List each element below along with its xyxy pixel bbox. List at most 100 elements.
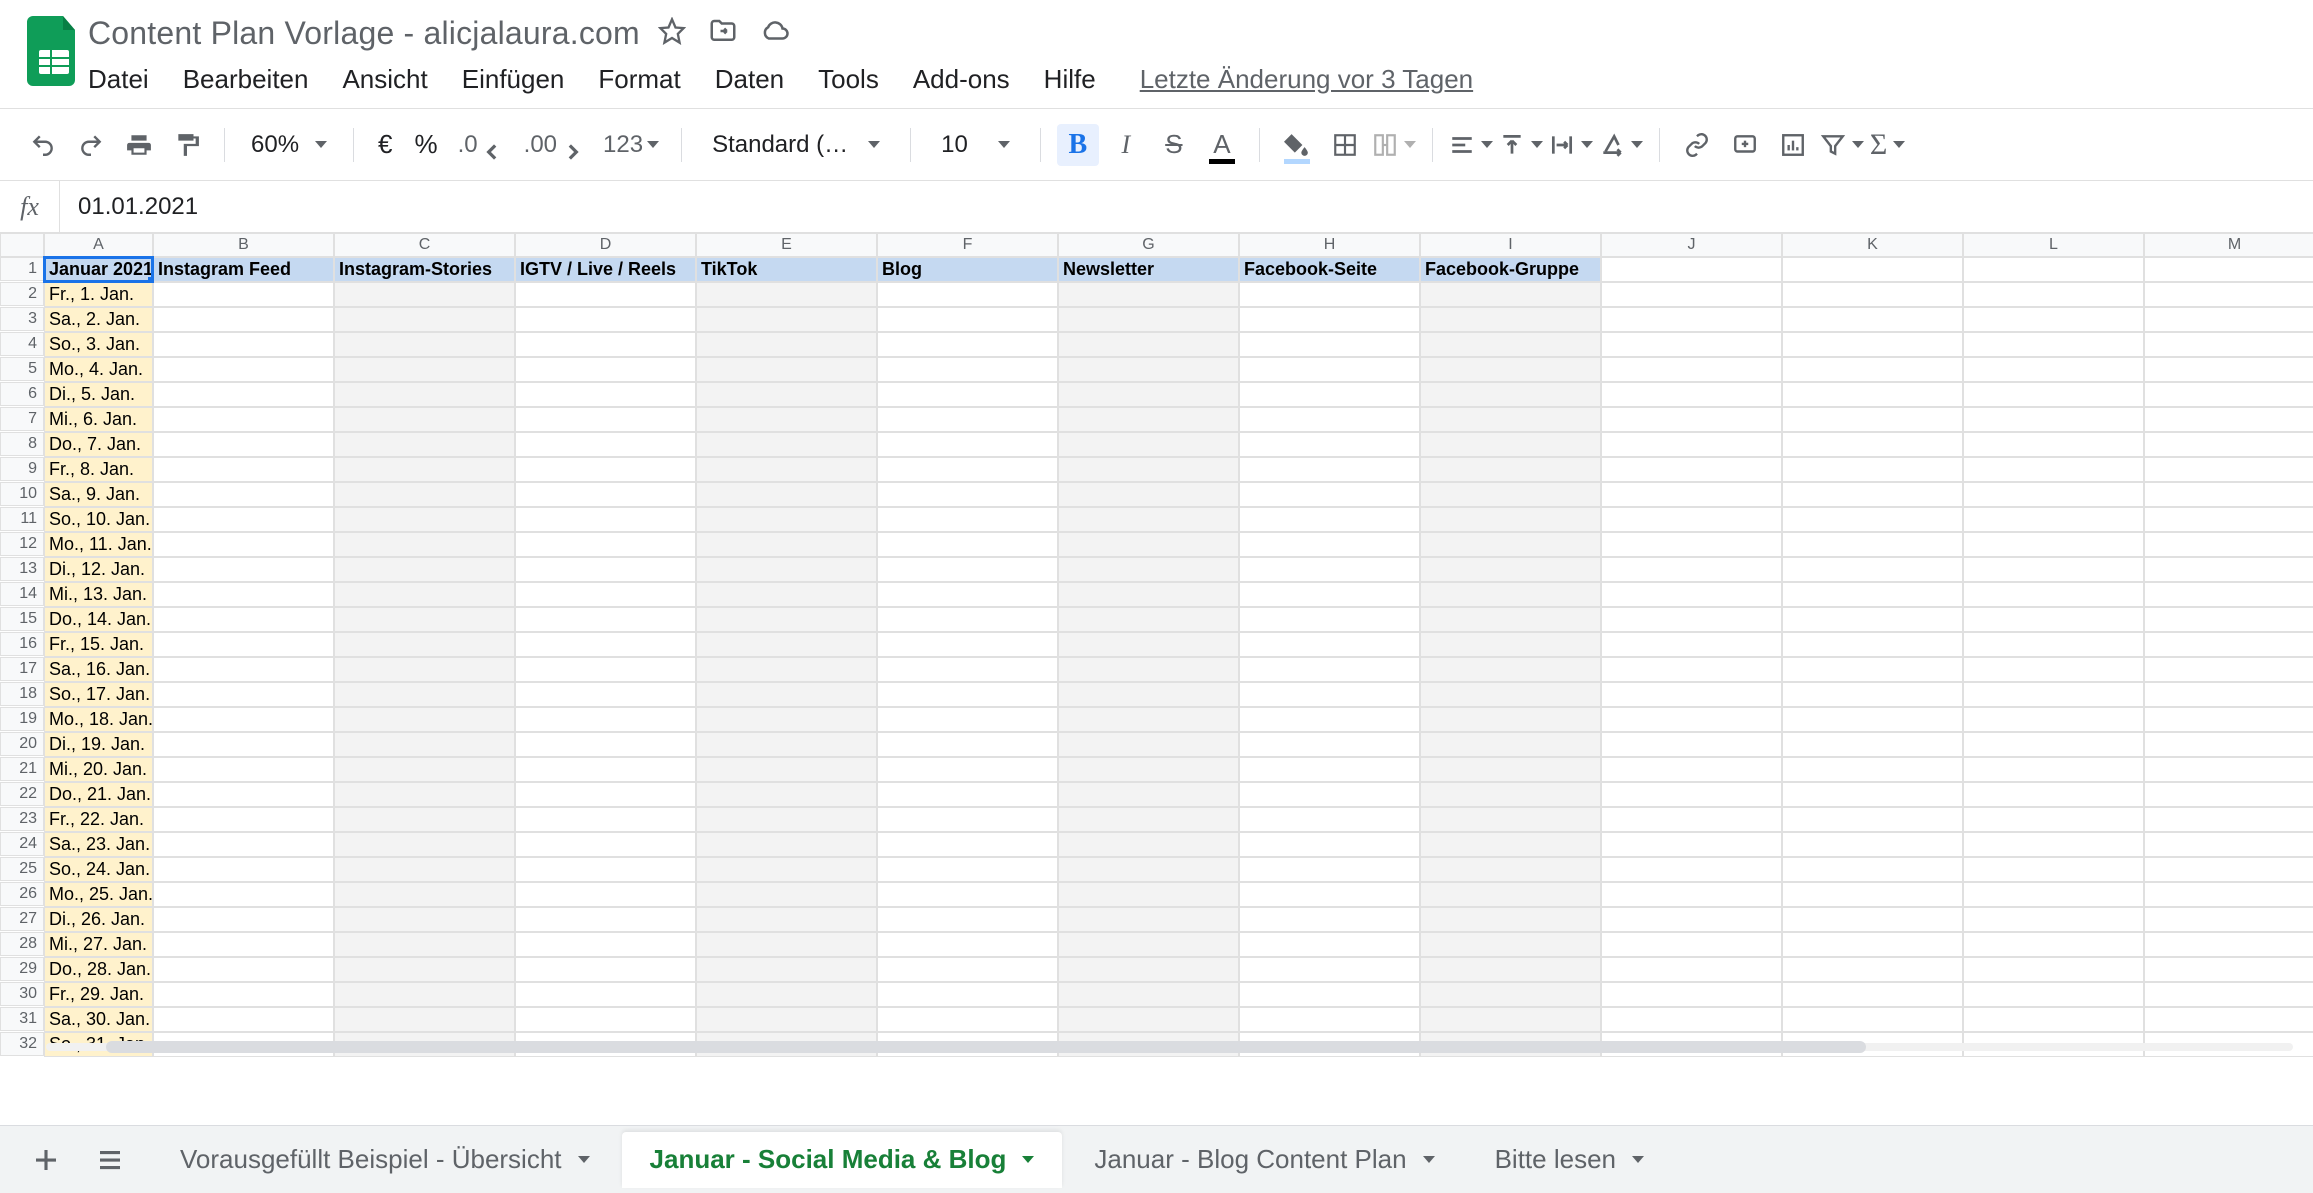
cell[interactable] bbox=[877, 557, 1058, 582]
cell[interactable] bbox=[1963, 682, 2144, 707]
date-cell[interactable]: Mo., 11. Jan. bbox=[44, 532, 153, 557]
cell[interactable] bbox=[1601, 782, 1782, 807]
row-header[interactable]: 11 bbox=[0, 507, 44, 531]
cell[interactable] bbox=[877, 707, 1058, 732]
row-header[interactable]: 2 bbox=[0, 282, 44, 306]
cell[interactable] bbox=[1963, 932, 2144, 957]
cloud-status-icon[interactable] bbox=[760, 16, 790, 51]
cell[interactable] bbox=[1239, 382, 1420, 407]
last-edit-link[interactable]: Letzte Änderung vor 3 Tagen bbox=[1140, 64, 1473, 95]
cell[interactable] bbox=[1963, 482, 2144, 507]
cell[interactable] bbox=[1239, 707, 1420, 732]
cell[interactable] bbox=[1782, 982, 1963, 1007]
cell[interactable] bbox=[1058, 707, 1239, 732]
cell[interactable] bbox=[1058, 307, 1239, 332]
row-header[interactable]: 22 bbox=[0, 782, 44, 806]
cell[interactable] bbox=[877, 732, 1058, 757]
cell[interactable] bbox=[696, 407, 877, 432]
cell[interactable] bbox=[877, 882, 1058, 907]
cell[interactable] bbox=[515, 857, 696, 882]
italic-button[interactable]: I bbox=[1105, 124, 1147, 166]
cell[interactable] bbox=[1963, 432, 2144, 457]
cell[interactable] bbox=[1601, 532, 1782, 557]
cell[interactable] bbox=[1601, 632, 1782, 657]
cell[interactable] bbox=[1601, 657, 1782, 682]
date-cell[interactable]: Mo., 25. Jan. bbox=[44, 882, 153, 907]
cell[interactable] bbox=[1782, 632, 1963, 657]
cell[interactable] bbox=[877, 357, 1058, 382]
column-header[interactable]: H bbox=[1239, 233, 1420, 257]
cell[interactable] bbox=[153, 732, 334, 757]
borders-button[interactable] bbox=[1324, 124, 1366, 166]
cell[interactable] bbox=[877, 507, 1058, 532]
cell[interactable] bbox=[1058, 757, 1239, 782]
cell[interactable] bbox=[1782, 307, 1963, 332]
date-cell[interactable]: Di., 5. Jan. bbox=[44, 382, 153, 407]
cell[interactable] bbox=[696, 1007, 877, 1032]
merge-cells-button[interactable] bbox=[1372, 124, 1416, 166]
cell[interactable] bbox=[1963, 657, 2144, 682]
cell[interactable] bbox=[1601, 757, 1782, 782]
date-cell[interactable]: Mi., 27. Jan. bbox=[44, 932, 153, 957]
cell[interactable] bbox=[1601, 832, 1782, 857]
cell[interactable] bbox=[696, 857, 877, 882]
cell[interactable] bbox=[877, 457, 1058, 482]
cell[interactable] bbox=[1058, 582, 1239, 607]
cell[interactable] bbox=[1058, 282, 1239, 307]
cell[interactable] bbox=[1601, 982, 1782, 1007]
formula-input[interactable]: 01.01.2021 bbox=[60, 193, 2313, 221]
cell[interactable] bbox=[334, 557, 515, 582]
menu-einfügen[interactable]: Einfügen bbox=[462, 64, 565, 95]
insert-chart-button[interactable] bbox=[1772, 124, 1814, 166]
cell[interactable] bbox=[877, 807, 1058, 832]
cell[interactable] bbox=[153, 682, 334, 707]
font-family-dropdown[interactable]: Standard (… bbox=[698, 131, 894, 159]
cell[interactable] bbox=[2144, 532, 2313, 557]
filter-button[interactable] bbox=[1820, 124, 1864, 166]
cell[interactable] bbox=[1963, 732, 2144, 757]
cell[interactable] bbox=[1239, 907, 1420, 932]
cell[interactable] bbox=[1601, 907, 1782, 932]
date-cell[interactable]: Fr., 15. Jan. bbox=[44, 632, 153, 657]
cell[interactable] bbox=[877, 782, 1058, 807]
cell[interactable] bbox=[1239, 982, 1420, 1007]
cell[interactable] bbox=[2144, 807, 2313, 832]
vertical-align-button[interactable] bbox=[1499, 124, 1543, 166]
cell[interactable] bbox=[2144, 557, 2313, 582]
cell[interactable] bbox=[1782, 532, 1963, 557]
cell[interactable] bbox=[1601, 307, 1782, 332]
cell[interactable] bbox=[2144, 457, 2313, 482]
cell[interactable] bbox=[515, 357, 696, 382]
row-header[interactable]: 25 bbox=[0, 857, 44, 881]
decrease-decimal-button[interactable]: .0 bbox=[452, 124, 512, 166]
cell[interactable] bbox=[696, 732, 877, 757]
cell[interactable] bbox=[2144, 482, 2313, 507]
row-header[interactable]: 31 bbox=[0, 1007, 44, 1031]
cell[interactable] bbox=[2144, 382, 2313, 407]
cell[interactable] bbox=[1420, 982, 1601, 1007]
cell[interactable] bbox=[515, 982, 696, 1007]
cell[interactable] bbox=[1963, 782, 2144, 807]
cell[interactable] bbox=[334, 782, 515, 807]
column-header[interactable]: C bbox=[334, 233, 515, 257]
cell[interactable] bbox=[1058, 932, 1239, 957]
date-cell[interactable]: Di., 19. Jan. bbox=[44, 732, 153, 757]
cell[interactable] bbox=[1782, 907, 1963, 932]
cell[interactable] bbox=[334, 307, 515, 332]
cell[interactable] bbox=[1963, 382, 2144, 407]
cell[interactable] bbox=[2144, 432, 2313, 457]
date-cell[interactable]: Do., 21. Jan. bbox=[44, 782, 153, 807]
cell[interactable] bbox=[1782, 782, 1963, 807]
cell[interactable] bbox=[334, 482, 515, 507]
cell[interactable] bbox=[1963, 832, 2144, 857]
cell[interactable] bbox=[1058, 532, 1239, 557]
cell[interactable] bbox=[1601, 932, 1782, 957]
cell[interactable] bbox=[1601, 682, 1782, 707]
column-header[interactable]: F bbox=[877, 233, 1058, 257]
date-cell[interactable]: Sa., 9. Jan. bbox=[44, 482, 153, 507]
cell[interactable] bbox=[334, 757, 515, 782]
cell[interactable] bbox=[2144, 507, 2313, 532]
sheet-tab[interactable]: Bitte lesen bbox=[1467, 1132, 1672, 1188]
cell[interactable] bbox=[153, 832, 334, 857]
more-formats-button[interactable]: 123 bbox=[597, 124, 665, 166]
